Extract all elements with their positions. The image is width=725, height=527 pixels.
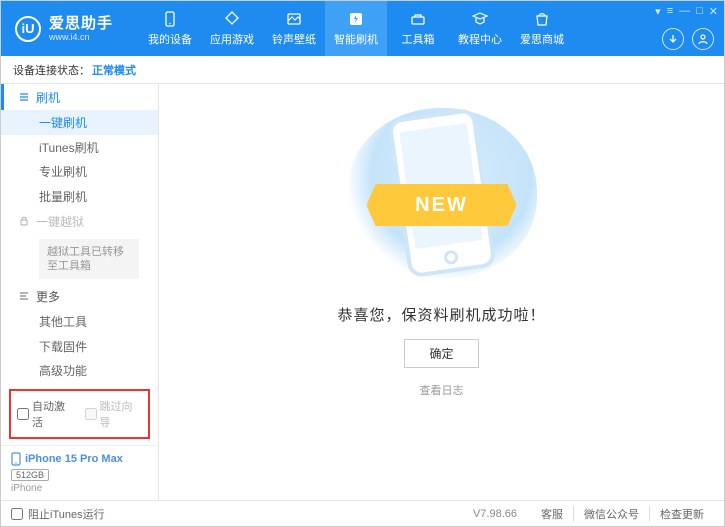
device-name: iPhone 15 Pro Max — [25, 453, 123, 465]
nav-ringtone-wallpaper[interactable]: 铃声壁纸 — [263, 1, 325, 56]
sidebar-item-itunes-flash[interactable]: iTunes刷机 — [1, 135, 158, 160]
success-message: 恭喜您，保资料刷机成功啦！ — [337, 304, 545, 325]
nav-store[interactable]: 爱思商城 — [511, 1, 573, 56]
list-icon — [18, 91, 30, 103]
sidebar-section-flash[interactable]: 刷机 — [1, 84, 158, 110]
sidebar-item-oneclick-flash[interactable]: 一键刷机 — [1, 110, 158, 135]
sidebar-item-advanced[interactable]: 高级功能 — [1, 358, 158, 383]
connected-device[interactable]: iPhone 15 Pro Max 512GB iPhone — [1, 445, 158, 500]
nav-tutorials[interactable]: 教程中心 — [449, 1, 511, 56]
footer-bar: 阻止iTunes运行 V7.98.66 客服 微信公众号 检查更新 — [1, 500, 724, 526]
store-icon — [533, 10, 551, 28]
sidebar-item-other-tools[interactable]: 其他工具 — [1, 309, 158, 334]
flash-options-box: 自动激活 跳过向导 — [9, 389, 150, 439]
device-status-bar: 设备连接状态： 正常模式 — [1, 56, 724, 84]
device-capacity: 512GB — [11, 469, 49, 481]
app-header: iU 爱思助手 www.i4.cn 我的设备 应用游戏 铃声壁纸 智能刷机 — [1, 1, 724, 56]
block-itunes-checkbox[interactable]: 阻止iTunes运行 — [11, 506, 105, 522]
footer-link-wechat[interactable]: 微信公众号 — [573, 506, 649, 522]
footer-link-update[interactable]: 检查更新 — [649, 506, 714, 522]
more-icon — [18, 290, 30, 302]
phone-icon — [11, 452, 21, 466]
app-name: 爱思助手 — [49, 16, 113, 31]
sidebar: 刷机 一键刷机 iTunes刷机 专业刷机 批量刷机 一键越狱 越狱工具已转移至… — [1, 84, 159, 500]
user-button[interactable] — [692, 28, 714, 50]
wallpaper-icon — [285, 10, 303, 28]
window-controls: ▾ ≡ — □ ✕ — [655, 5, 718, 18]
device-type: iPhone — [11, 483, 148, 494]
flash-icon — [347, 10, 365, 28]
success-illustration: NEW — [342, 98, 542, 288]
apps-icon — [223, 10, 241, 28]
maximize-icon[interactable]: □ — [696, 5, 703, 18]
nav-toolbox[interactable]: 工具箱 — [387, 1, 449, 56]
sidebar-section-jailbreak[interactable]: 一键越狱 — [1, 208, 158, 234]
footer-link-support[interactable]: 客服 — [531, 506, 573, 522]
logo: iU 爱思助手 www.i4.cn — [1, 16, 127, 42]
skip-guide-checkbox[interactable]: 跳过向导 — [85, 398, 143, 430]
jailbreak-moved-note: 越狱工具已转移至工具箱 — [39, 239, 139, 280]
sidebar-item-batch-flash[interactable]: 批量刷机 — [1, 184, 158, 209]
auto-activate-checkbox[interactable]: 自动激活 — [17, 398, 75, 430]
tutorial-icon — [471, 10, 489, 28]
menu-icon[interactable]: ≡ — [667, 5, 673, 18]
nav-apps-games[interactable]: 应用游戏 — [201, 1, 263, 56]
status-label: 设备连接状态： — [13, 62, 90, 78]
sidebar-item-pro-flash[interactable]: 专业刷机 — [1, 159, 158, 184]
close-icon[interactable]: ✕ — [709, 5, 718, 18]
main-content: NEW 恭喜您，保资料刷机成功啦！ 确定 查看日志 — [159, 84, 724, 500]
top-nav: 我的设备 应用游戏 铃声壁纸 智能刷机 工具箱 教程中心 — [139, 1, 573, 56]
app-website: www.i4.cn — [49, 33, 113, 42]
view-log-link[interactable]: 查看日志 — [420, 382, 464, 398]
status-value: 正常模式 — [92, 62, 136, 78]
lock-icon — [18, 215, 30, 227]
dropdown-icon[interactable]: ▾ — [655, 5, 661, 18]
app-version: V7.98.66 — [473, 508, 517, 520]
new-ribbon: NEW — [367, 184, 517, 226]
nav-smart-flash[interactable]: 智能刷机 — [325, 1, 387, 56]
sidebar-section-more[interactable]: 更多 — [1, 283, 158, 309]
minimize-icon[interactable]: — — [679, 5, 690, 18]
toolbox-icon — [409, 10, 427, 28]
download-button[interactable] — [662, 28, 684, 50]
device-icon — [161, 10, 179, 28]
nav-my-device[interactable]: 我的设备 — [139, 1, 201, 56]
sidebar-item-download-firmware[interactable]: 下载固件 — [1, 334, 158, 359]
ok-button[interactable]: 确定 — [404, 339, 478, 368]
logo-icon: iU — [15, 16, 41, 42]
